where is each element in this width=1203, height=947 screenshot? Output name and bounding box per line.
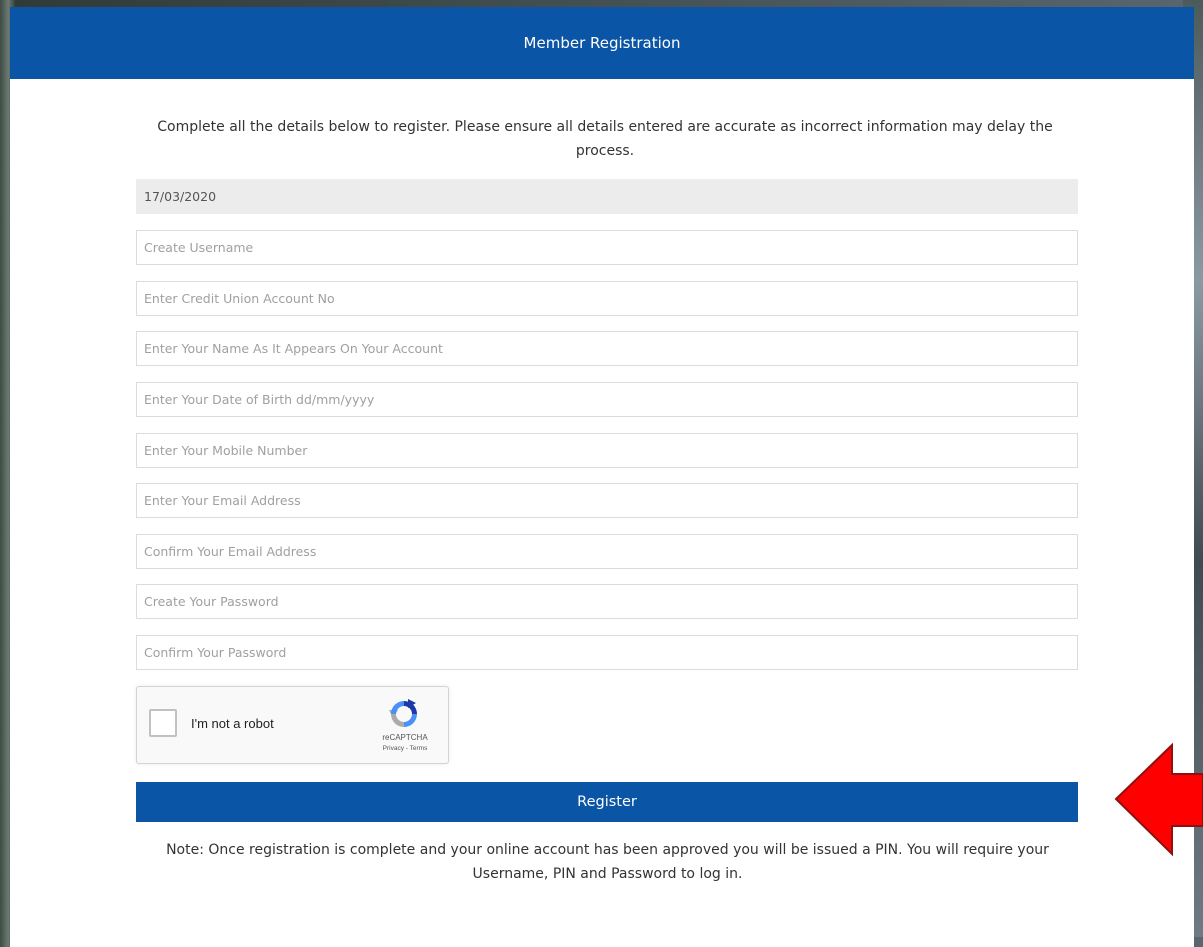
date-of-birth-input[interactable]: [136, 382, 1078, 417]
recaptcha-brand: reCAPTCHA: [382, 733, 428, 742]
recaptcha-widget: I'm not a robot reCAPTCHA Privacy - Term…: [136, 686, 449, 764]
recaptcha-label: I'm not a robot: [191, 716, 274, 731]
page-title: Member Registration: [523, 34, 681, 52]
confirm-email-input[interactable]: [136, 534, 1078, 569]
account-name-input[interactable]: [136, 331, 1078, 366]
register-button[interactable]: Register: [136, 782, 1078, 822]
intro-text: Complete all the details below to regist…: [157, 119, 1053, 159]
email-input[interactable]: [136, 483, 1078, 518]
username-input[interactable]: [136, 230, 1078, 265]
mobile-number-input[interactable]: [136, 433, 1078, 468]
password-input[interactable]: [136, 584, 1078, 619]
recaptcha-checkbox[interactable]: [149, 709, 177, 737]
note-text: Note: Once registration is complete and …: [166, 842, 1049, 882]
date-field: [136, 179, 1078, 214]
registration-card: Member Registration Complete all the det…: [10, 7, 1194, 947]
recaptcha-privacy-terms[interactable]: Privacy - Terms: [363, 745, 447, 752]
account-number-input[interactable]: [136, 281, 1078, 316]
page-header: Member Registration: [10, 7, 1194, 79]
confirm-password-input[interactable]: [136, 635, 1078, 670]
recaptcha-icon: [389, 699, 417, 727]
arrow-left-icon: [1114, 742, 1203, 857]
